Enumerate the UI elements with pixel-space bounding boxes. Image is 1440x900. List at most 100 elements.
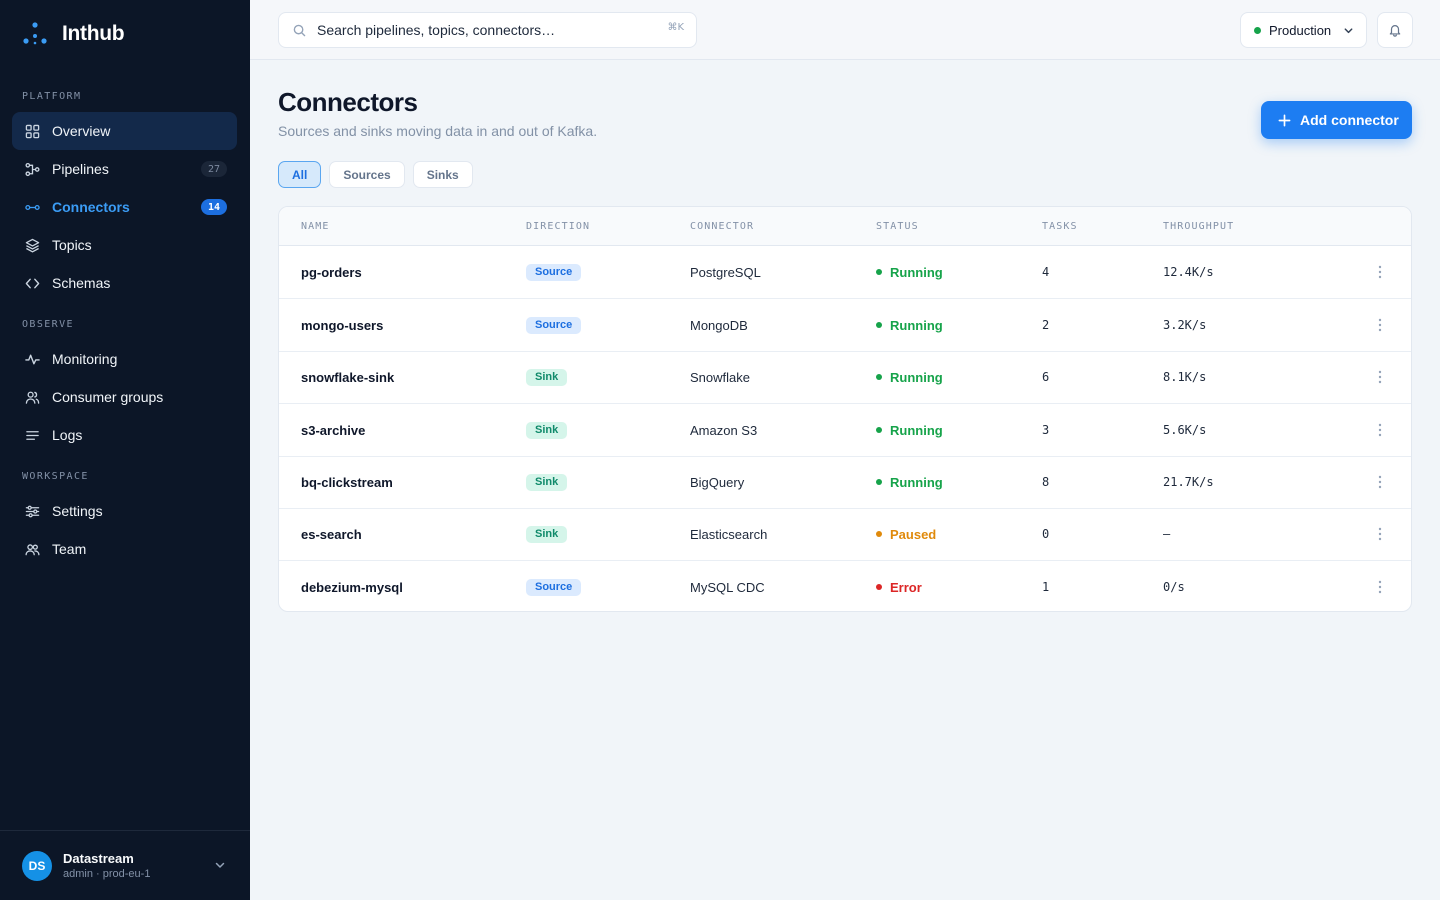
connector-name[interactable]: pg-orders <box>301 246 362 298</box>
column-header-tasks[interactable]: TASKS <box>1042 221 1078 232</box>
table-row[interactable]: debezium-mysql Source MySQL CDC Error 1 0/s <box>279 561 1411 611</box>
filter-tabs: All Sources Sinks <box>278 161 473 188</box>
sidebar-item-consumer-groups[interactable]: Consumer groups <box>12 378 237 416</box>
search-input[interactable] <box>317 22 647 38</box>
row-actions-button[interactable] <box>1371 456 1389 508</box>
more-vertical-icon <box>1378 527 1382 541</box>
sidebar-item-schemas[interactable]: Schemas <box>12 264 237 302</box>
status-dot <box>876 374 882 380</box>
layers-icon <box>24 237 40 253</box>
sidebar-item-topics[interactable]: Topics <box>12 226 237 264</box>
status-dot <box>876 427 882 433</box>
notifications-button[interactable] <box>1377 12 1413 48</box>
sliders-icon <box>24 503 40 519</box>
brand[interactable]: Inthub <box>22 20 125 48</box>
filter-all[interactable]: All <box>278 161 322 188</box>
column-header-direction[interactable]: DIRECTION <box>526 221 590 232</box>
sidebar-item-monitoring[interactable]: Monitoring <box>12 340 237 378</box>
sidebar-item-label: Consumer groups <box>52 389 164 405</box>
status-dot <box>876 322 882 328</box>
row-actions-button[interactable] <box>1371 561 1389 611</box>
row-actions-button[interactable] <box>1371 404 1389 456</box>
filter-sinks[interactable]: Sinks <box>412 161 473 188</box>
search-bar[interactable]: ⌘K <box>278 12 697 48</box>
table-row[interactable]: snowflake-sink Sink Snowflake Running 6 8.1K/… <box>279 351 1411 404</box>
more-vertical-icon <box>1378 370 1382 384</box>
sidebar-item-settings[interactable]: Settings <box>12 492 237 530</box>
environment-selector[interactable]: Production <box>1240 12 1367 48</box>
bell-icon <box>1389 25 1401 37</box>
column-header-name[interactable]: NAME <box>301 221 329 232</box>
logo-icon <box>23 22 47 45</box>
add-connector-button[interactable]: Add connector <box>1261 101 1412 139</box>
count-badge: 14 <box>201 199 227 215</box>
tasks-count: 3 <box>1042 423 1050 437</box>
sidebar-item-logs[interactable]: Logs <box>12 416 237 454</box>
connector-name[interactable]: bq-clickstream <box>301 456 393 508</box>
connector-type: BigQuery <box>690 474 745 490</box>
throughput-value: 21.7K/s <box>1163 475 1214 489</box>
status-cell: Running <box>876 246 943 298</box>
grid-icon <box>24 123 40 139</box>
pulse-icon <box>24 351 40 367</box>
column-header-throughput[interactable]: THROUGHPUT <box>1163 221 1234 232</box>
page-title: Connectors <box>278 87 418 117</box>
filter-sources[interactable]: Sources <box>329 161 405 188</box>
tasks-count: 6 <box>1042 370 1050 384</box>
account-name: Datastream <box>63 851 134 866</box>
throughput-value: 8.1K/s <box>1163 370 1207 384</box>
throughput-value: 12.4K/s <box>1163 265 1214 279</box>
tasks-count: 0 <box>1042 527 1050 541</box>
more-vertical-icon <box>1378 265 1382 279</box>
add-connector-label: Add connector <box>1300 112 1399 128</box>
direction-badge: Sink <box>526 525 568 543</box>
row-actions-button[interactable] <box>1371 351 1389 403</box>
status-cell: Paused <box>876 508 936 560</box>
more-vertical-icon <box>1378 423 1382 437</box>
direction-cell: Sink <box>526 508 568 560</box>
connector-type: MongoDB <box>690 317 748 333</box>
connector-name[interactable]: es-search <box>301 508 362 560</box>
row-actions-button[interactable] <box>1371 508 1389 560</box>
sidebar-item-label: Connectors <box>52 199 130 215</box>
section-label-observe: OBSERVE <box>22 319 74 330</box>
status-label: Running <box>890 422 943 438</box>
table-row[interactable]: bq-clickstream Sink BigQuery Running 8 21.7K/… <box>279 456 1411 509</box>
column-header-connector[interactable]: CONNECTOR <box>690 221 754 232</box>
row-actions-button[interactable] <box>1371 246 1389 298</box>
table-row[interactable]: mongo-users Source MongoDB Running 2 3.2K/s <box>279 299 1411 352</box>
sidebar-item-label: Monitoring <box>52 351 118 367</box>
more-vertical-icon <box>1378 580 1382 594</box>
table-row[interactable]: s3-archive Sink Amazon S3 Running 3 5.6K/s <box>279 404 1411 457</box>
column-header-status[interactable]: STATUS <box>876 221 919 232</box>
row-actions-button[interactable] <box>1371 299 1389 351</box>
connector-type: Snowflake <box>690 369 750 385</box>
sidebar-item-label: Logs <box>52 427 83 443</box>
direction-badge: Sink <box>526 368 568 386</box>
environment-status-dot <box>1254 26 1261 34</box>
sidebar-item-pipelines[interactable]: Pipelines 27 <box>12 150 237 188</box>
connector-name[interactable]: debezium-mysql <box>301 561 403 611</box>
throughput-value: — <box>1163 527 1171 541</box>
sidebar-item-overview[interactable]: Overview <box>12 112 237 150</box>
direction-cell: Source <box>526 246 582 298</box>
connector-name[interactable]: mongo-users <box>301 299 383 351</box>
status-cell: Error <box>876 561 922 611</box>
table-row[interactable]: pg-orders Source PostgreSQL Running 4 12.4K/s <box>279 246 1411 299</box>
status-dot <box>876 479 882 485</box>
direction-badge: Sink <box>526 473 568 491</box>
direction-cell: Sink <box>526 456 568 508</box>
direction-cell: Source <box>526 561 582 611</box>
status-dot <box>876 584 882 590</box>
status-dot <box>876 531 882 537</box>
plus-icon <box>1278 114 1291 126</box>
account-subtitle: admin · prod-eu-1 <box>63 868 151 880</box>
chevron-down-icon[interactable] <box>214 859 226 871</box>
table-row[interactable]: es-search Sink Elasticsearch Paused 0 — <box>279 508 1411 561</box>
connector-name[interactable]: s3-archive <box>301 404 365 456</box>
connector-name[interactable]: snowflake-sink <box>301 351 394 403</box>
sidebar-item-connectors[interactable]: Connectors 14 <box>12 188 237 226</box>
tasks-count: 4 <box>1042 265 1050 279</box>
sidebar-item-team[interactable]: Team <box>12 530 237 568</box>
account-switcher[interactable]: DS Datastream admin · prod-eu-1 <box>0 830 250 900</box>
